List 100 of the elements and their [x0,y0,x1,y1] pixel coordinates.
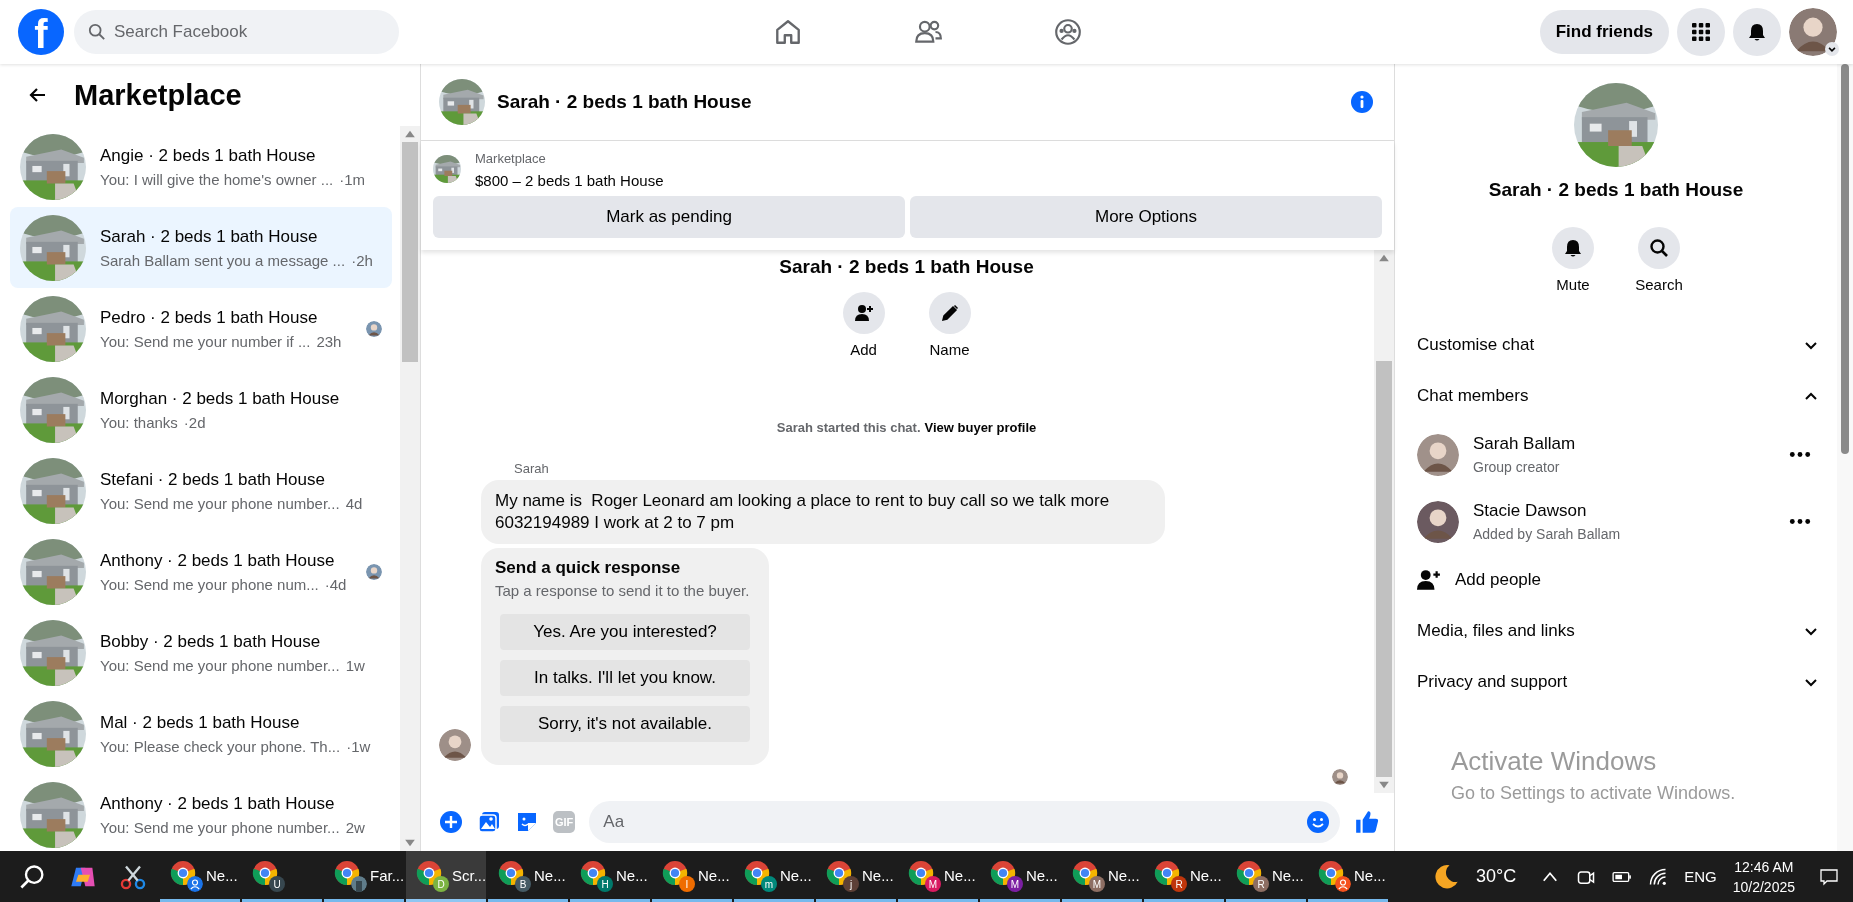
timestamp: ·4d [324,575,347,593]
conversation-item[interactable]: Pedro · 2 beds 1 bath House You: Send me your number if ... 23h [10,288,392,369]
member-name: Stacie Dawson [1473,501,1588,521]
taskbar-app[interactable]: j Ne... [816,851,896,902]
profile-badge: j [843,876,859,892]
action-label: Add [850,341,877,358]
listing-title: $800 – 2 beds 1 bath House [475,172,664,189]
profile-badge: M [1089,876,1105,892]
quick-response-hint: Tap a response to send it to the buyer. [495,582,751,599]
conversation-title: Stefani · 2 beds 1 bath House [100,469,326,490]
message-preview: You: Send me your phone num... [100,575,319,593]
chat-title: Sarah · 2 beds 1 bath House [1488,179,1744,201]
facebook-logo[interactable]: f [18,9,64,55]
profile-badge: m [761,876,777,892]
message-preview: You: thanks [100,413,178,431]
profile-badge: U [269,876,285,892]
listing-action-button[interactable]: Mark as pending [433,196,905,238]
conversation-item[interactable]: Morghan · 2 beds 1 bath House You: thanks ·2d [10,369,392,450]
listing-action-button[interactable]: More Options [910,196,1382,238]
member-name: Sarah Ballam [1473,434,1577,454]
message-preview: You: Send me your phone number... [100,818,340,836]
conversation-item[interactable]: Bobby · 2 beds 1 bath House You: Send me your phone number... 1w [10,612,392,693]
conversation-item[interactable]: Mal · 2 beds 1 bath House You: Please check your phone. Th... ·1w [10,693,392,774]
taskbar-app[interactable]: U [242,851,322,902]
taskbar-app[interactable]: D Scr... [406,851,486,902]
profile-badge: H [597,876,613,892]
section-header[interactable]: Media, files and links [1417,605,1819,656]
chat-notice: Sarah started this chat. [776,420,921,435]
conversation-title: Mal · 2 beds 1 bath House [100,712,301,733]
member-role: Added by Sarah Ballam [1473,526,1622,542]
timestamp: 23h [316,332,342,350]
taskbar-app[interactable]: R Ne... [1144,851,1224,902]
weather-temperature[interactable]: 30°C [1475,866,1517,887]
taskbar-app[interactable]: R Ne... [1226,851,1306,902]
message-preview: Sarah Ballam sent you a message ... [100,251,346,269]
quick-response-button[interactable]: In talks. I'll let you know. [500,660,750,696]
timestamp: ·2h [351,251,373,269]
message-preview: You: Please check your phone. Th... [100,737,341,755]
quick-response-button[interactable]: Yes. Are you interested? [500,614,750,650]
timestamp: ·1m [339,170,366,188]
timestamp: 2w [345,818,365,836]
conversation-title: Anthony · 2 beds 1 bath House [100,793,336,814]
add-people-button[interactable]: Add people [1417,555,1819,605]
profile-badge: I [679,876,695,892]
profile-badge: M [1007,876,1023,892]
conversation-title: Angie · 2 beds 1 bath House [100,145,317,166]
activation-watermark-text: Go to Settings to activate Windows. [1451,783,1736,804]
search-field[interactable]: Search Facebook [74,10,399,54]
find-friends-button[interactable]: Find friends [1539,10,1669,54]
profile-badge: D [433,876,449,892]
conversation-item[interactable]: Anthony · 2 beds 1 bath House You: Send me your phone number... 2w [10,774,392,851]
message-preview: You: I will give the home's owner ... [100,170,334,188]
message-preview: You: Send me your number if ... [100,332,311,350]
taskbar-app[interactable]: Far... [324,851,404,902]
taskbar-app[interactable]: M Ne... [898,851,978,902]
conversation-item[interactable]: Anthony · 2 beds 1 bath House You: Send me your phone num... ·4d [10,531,392,612]
conversation-title: Bobby · 2 beds 1 bath House [100,631,322,652]
message-preview: You: Send me your phone number... [100,494,340,512]
conversation-title: Pedro · 2 beds 1 bath House [100,307,319,328]
section-header[interactable]: Customise chat [1417,319,1819,370]
conversation-title: Morghan · 2 beds 1 bath House [100,388,341,409]
activation-watermark-title: Activate Windows [1451,746,1658,777]
section-header[interactable]: Privacy and support [1417,656,1819,707]
taskbar-app[interactable]: M Ne... [1062,851,1142,902]
quick-response-button[interactable]: Sorry, it's not available. [500,706,750,742]
timestamp: 1w [345,656,365,674]
message-field[interactable]: Aa [589,801,1340,843]
conversation-title: Sarah · 2 beds 1 bath House [100,226,319,247]
clock[interactable]: 12:46 AM 10/2/2025 [1732,858,1795,895]
profile-badge: M [925,876,941,892]
conversation-item[interactable]: Angie · 2 beds 1 bath House You: I will give the home's owner ... ·1m [10,126,392,207]
conversation-item[interactable]: Sarah · 2 beds 1 bath House Sarah Ballam sent you a message ... ·2h [10,207,392,288]
profile-badge: B [515,876,531,892]
message-preview: You: Send me your phone number... [100,656,340,674]
profile-badge: R [1171,876,1187,892]
quick-response-title: Send a quick response [495,558,682,578]
view-buyer-profile-link[interactable]: View buyer profile [924,420,1037,435]
conversation-item[interactable]: Stefani · 2 beds 1 bath House You: Send me your phone number... 4d [10,450,392,531]
profile-badge: R [1253,876,1269,892]
action-label: Mute [1556,276,1590,293]
timestamp: 4d [345,494,363,512]
section-header[interactable]: Chat members [1417,370,1819,421]
message-bubble: My name is Roger Leonard am looking a place to rent to buy call so we talk more 6032194989 I work at 2 to 7 pm [481,480,1165,544]
member-role: Group creator [1473,459,1561,475]
taskbar-app[interactable]: B Ne... [488,851,568,902]
taskbar-app[interactable]: Ne... [1308,851,1388,902]
taskbar-app[interactable]: m Ne... [734,851,814,902]
timestamp: ·2d [183,413,206,431]
action-label: Name [929,341,970,358]
chat-title: Sarah · 2 beds 1 bath House [497,91,753,113]
sender-name: Sarah [514,461,550,476]
taskbar-app[interactable]: Ne... [160,851,240,902]
taskbar-app[interactable]: I Ne... [652,851,732,902]
taskbar-app[interactable]: H Ne... [570,851,650,902]
chat-intro-title: Sarah · 2 beds 1 bath House [778,256,1035,278]
timestamp: ·1w [346,737,371,755]
conversation-title: Anthony · 2 beds 1 bath House [100,550,336,571]
language-indicator[interactable]: ENG [1684,868,1717,885]
taskbar-app[interactable]: M Ne... [980,851,1060,902]
page-title: Marketplace [74,78,242,112]
